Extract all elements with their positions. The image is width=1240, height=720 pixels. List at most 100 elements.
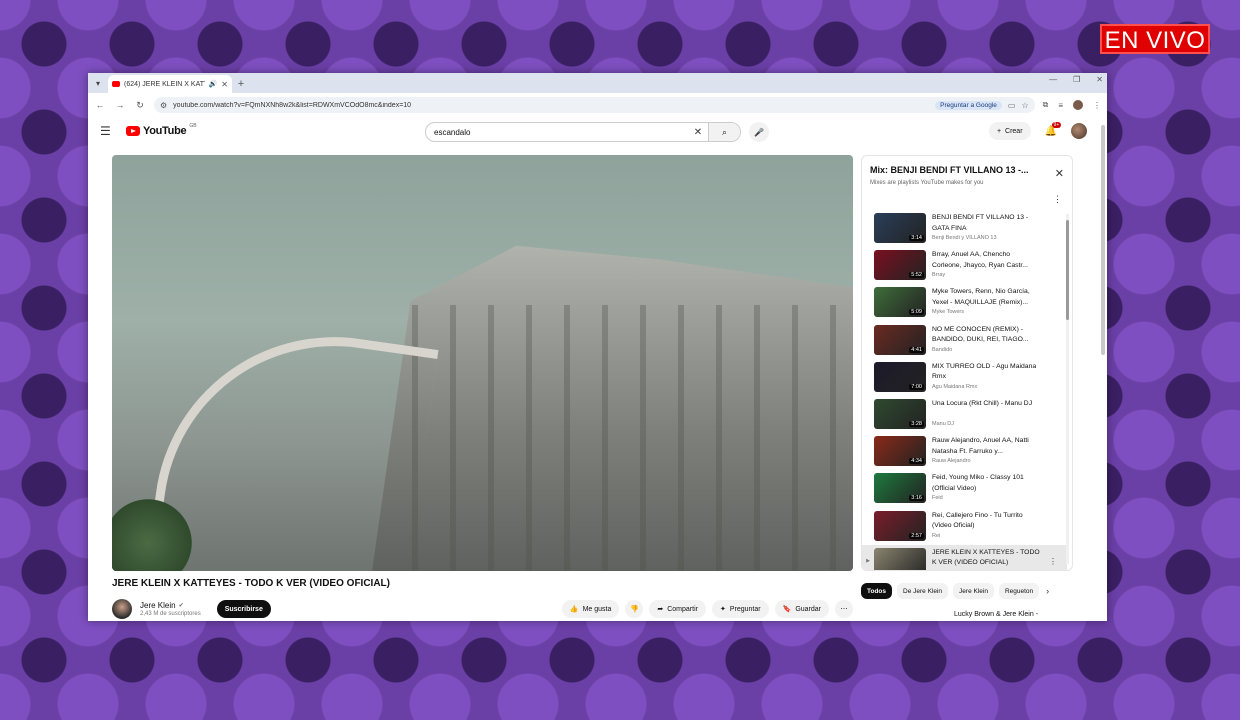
recommendation-title[interactable]: Lucky Brown & Jere Klein - xyxy=(954,611,1038,618)
playlist-index xyxy=(862,473,874,507)
tab-search-icon[interactable]: ▾ xyxy=(88,73,108,93)
minimize-icon[interactable]: — xyxy=(1049,75,1057,84)
playlist-scroll-thumb[interactable] xyxy=(1066,220,1069,320)
channel-avatar[interactable] xyxy=(112,599,132,619)
item-more-icon[interactable]: ⋮ xyxy=(1049,557,1057,566)
page-scrollbar[interactable] xyxy=(1101,125,1105,355)
filter-chip[interactable]: Todos xyxy=(861,583,893,599)
video-duration: 2:57 xyxy=(909,532,924,539)
playlist-item-meta: Feid, Young Miko - Classy 101 (Official … xyxy=(932,473,1040,507)
playlist-thumbnail[interactable]: 4:34 xyxy=(874,436,926,467)
more-actions-button[interactable]: ⋯ xyxy=(835,600,853,618)
search-input[interactable]: escandalo ✕ ⌕ xyxy=(425,122,741,142)
playlist-scrollbar[interactable] xyxy=(1066,214,1069,564)
playlist-item[interactable]: 7:00 MIX TURREO OLD - Agu Maidana Rmx Agu … xyxy=(862,359,1067,396)
playlist-item[interactable]: 5:09 Myke Towers, Renn, Nio García, Yexel… xyxy=(862,284,1067,321)
playlist-more-icon[interactable]: ⋮ xyxy=(1053,194,1062,205)
playlist-item[interactable]: 3:14 BENJI BENDI FT VILLANO 13 - GATA FIN… xyxy=(862,210,1067,247)
ask-google-button[interactable]: Preguntar a Google xyxy=(935,100,1002,110)
tab-close-icon[interactable]: ✕ xyxy=(221,80,228,89)
address-bar[interactable]: ⚙ youtube.com/watch?v=FQmNXNh8w2k&list=R… xyxy=(154,97,1035,113)
playlist-thumbnail[interactable]: 4:41 xyxy=(874,324,926,355)
playlist-item[interactable]: 4:41 NO ME CONOCEN (REMIX) - BANDIDO, DUK… xyxy=(862,322,1067,359)
playlist-item[interactable]: 2:57 Rei, Callejero Fino - Tu Turrito (Vi… xyxy=(862,508,1067,545)
playlist-thumbnail[interactable]: 2:39 xyxy=(874,547,926,570)
cast-icon[interactable]: ▭ xyxy=(1008,101,1016,110)
forward-icon[interactable]: → xyxy=(114,100,126,110)
filter-chip[interactable]: Regueton xyxy=(998,583,1040,599)
like-button[interactable]: 👍 Me gusta xyxy=(561,600,620,618)
playlist-item-channel: Myke Towers xyxy=(932,309,964,316)
toolbar-right: ⧉ ≡ ⋮ xyxy=(1043,100,1101,110)
playlist-index xyxy=(862,213,874,247)
maximize-icon[interactable]: ❐ xyxy=(1073,75,1080,84)
playlist-item[interactable]: ▶ 2:39 JERE KLEIN X KATTEYES - TODO K VER … xyxy=(862,544,1067,570)
clear-search-icon[interactable]: ✕ xyxy=(688,127,708,138)
active-tab[interactable]: (624) JERE KLEIN X KATTEYE 🔊 ✕ xyxy=(108,75,232,93)
youtube-logo[interactable]: YouTube GB xyxy=(126,123,197,137)
filter-chip[interactable]: De Jere Klein xyxy=(897,583,949,599)
playlist-thumbnail[interactable]: 5:52 xyxy=(874,250,926,281)
audio-icon[interactable]: 🔊 xyxy=(209,80,218,88)
playlist-item-channel: Manu DJ xyxy=(932,420,955,427)
playlist-item-title: Rauw Alejandro, Anuel AA, Natti Natasha … xyxy=(932,437,1029,455)
ask-button[interactable]: ✦ Preguntar xyxy=(711,600,769,618)
playlist-item[interactable]: 5:52 Brray, Anuel AA, Chencho Corleone, J… xyxy=(862,247,1067,284)
sparkle-icon: ✦ xyxy=(719,606,726,613)
playlist-thumbnail[interactable]: 3:16 xyxy=(874,473,926,504)
microphone-icon[interactable]: 🎤 xyxy=(749,122,769,142)
playlist-index xyxy=(862,399,874,433)
playlist-thumbnail[interactable]: 2:57 xyxy=(874,510,926,541)
video-duration: 4:34 xyxy=(909,458,924,465)
video-player[interactable] xyxy=(112,155,853,571)
share-icon: ➦ xyxy=(657,606,664,613)
search-icon[interactable]: ⌕ xyxy=(708,123,740,141)
profile-icon[interactable] xyxy=(1073,100,1083,110)
new-tab-button[interactable]: + xyxy=(232,75,250,93)
playlist-item-channel: Rauw Alejandro xyxy=(932,458,971,465)
playlist-title[interactable]: Mix: BENJI BENDI FT VILLANO 13 -... xyxy=(870,165,1045,175)
playlist-subtitle: Mixes are playlists YouTube makes for yo… xyxy=(870,180,984,186)
playlist-thumbnail[interactable]: 5:09 xyxy=(874,287,926,318)
filter-chip[interactable]: Jere Klein xyxy=(953,583,994,599)
video-duration: 4:41 xyxy=(909,346,924,353)
playlist-thumbnail[interactable]: 7:00 xyxy=(874,361,926,392)
save-button[interactable]: 🔖 Guardar xyxy=(774,600,829,618)
notifications-icon[interactable]: 🔔 9+ xyxy=(1045,121,1062,137)
dislike-button[interactable]: 👎 xyxy=(625,600,644,618)
media-control-icon[interactable]: ≡ xyxy=(1058,101,1063,110)
bookmark-star-icon[interactable]: ☆ xyxy=(1021,101,1028,110)
site-info-icon[interactable]: ⚙ xyxy=(160,101,167,110)
menu-icon[interactable]: ☰ xyxy=(100,124,118,138)
reload-icon[interactable]: ↻ xyxy=(134,100,146,111)
channel-name-row: Jere Klein ✔ xyxy=(140,601,201,610)
playlist-item-title: Myke Towers, Renn, Nio García, Yexel - M… xyxy=(932,288,1030,306)
video-duration: 5:09 xyxy=(909,309,924,316)
close-playlist-icon[interactable]: ✕ xyxy=(1055,167,1064,180)
back-icon[interactable]: ← xyxy=(94,100,106,110)
browser-menu-icon[interactable]: ⋮ xyxy=(1093,101,1101,110)
thumbs-down-icon: 👎 xyxy=(630,606,639,613)
account-avatar[interactable] xyxy=(1071,123,1087,139)
channel-name[interactable]: Jere Klein xyxy=(140,601,176,610)
playlist-item[interactable]: 3:16 Feid, Young Miko - Classy 101 (Offic… xyxy=(862,470,1067,507)
tab-title: (624) JERE KLEIN X KATTEYE xyxy=(124,80,205,88)
window-controls: — ❐ ✕ xyxy=(1049,75,1103,84)
youtube-play-icon xyxy=(126,126,140,136)
subscribe-button[interactable]: Suscribirse xyxy=(216,600,271,618)
playlist-thumbnail[interactable]: 3:14 xyxy=(874,213,926,243)
extensions-icon[interactable]: ⧉ xyxy=(1043,100,1049,110)
playlist-item[interactable]: 4:34 Rauw Alejandro, Anuel AA, Natti Nata… xyxy=(862,433,1067,470)
chevron-right-icon[interactable]: › xyxy=(1046,586,1049,596)
browser-window: ▾ (624) JERE KLEIN X KATTEYE 🔊 ✕ + — ❐ ✕… xyxy=(88,73,1107,621)
close-window-icon[interactable]: ✕ xyxy=(1096,75,1103,84)
playlist-thumbnail[interactable]: 3:28 xyxy=(874,398,926,429)
playlist-panel: Mix: BENJI BENDI FT VILLANO 13 -... Mixe… xyxy=(861,155,1073,571)
playlist-item[interactable]: 3:28 Una Locura (Rkt Chill) - Manu DJ Manu… xyxy=(862,396,1067,433)
video-actions: 👍 Me gusta 👎 ➦ Compartir ✦ Preguntar 🔖 G… xyxy=(561,600,853,618)
create-button[interactable]: + Crear xyxy=(988,122,1031,140)
playlist-index xyxy=(862,325,874,359)
video-duration: 3:16 xyxy=(909,495,924,502)
save-label: Guardar xyxy=(795,605,821,613)
share-button[interactable]: ➦ Compartir xyxy=(649,600,706,618)
